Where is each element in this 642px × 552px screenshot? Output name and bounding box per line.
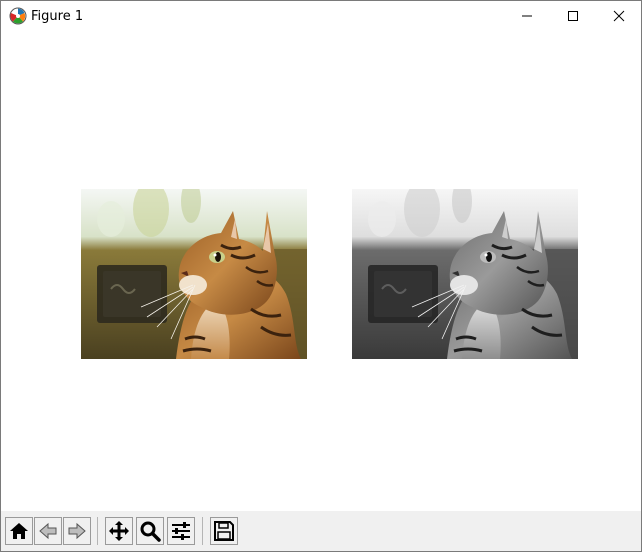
magnifier-icon — [140, 521, 161, 542]
arrow-right-icon — [68, 522, 86, 540]
arrow-left-icon — [39, 522, 57, 540]
close-icon — [613, 10, 625, 22]
minimize-button[interactable] — [504, 1, 550, 31]
floppy-disk-icon — [214, 521, 234, 541]
cat-photo-grayscale — [352, 189, 578, 359]
figure-window: Figure 1 — [0, 0, 642, 552]
maximize-button[interactable] — [550, 1, 596, 31]
save-button[interactable] — [210, 517, 238, 545]
maximize-icon — [568, 11, 578, 21]
forward-button[interactable] — [63, 517, 91, 545]
toolbar-separator — [202, 517, 203, 545]
close-button[interactable] — [596, 1, 642, 31]
subplots-button[interactable] — [167, 517, 195, 545]
pan-button[interactable] — [105, 517, 133, 545]
window-title: Figure 1 — [31, 9, 84, 24]
navigation-toolbar — [1, 511, 641, 551]
figure-canvas[interactable] — [1, 31, 641, 511]
matplotlib-icon — [9, 7, 27, 25]
back-button[interactable] — [34, 517, 62, 545]
sliders-icon — [172, 522, 190, 540]
cat-photo-color — [81, 189, 307, 359]
move-icon — [109, 521, 129, 541]
home-button[interactable] — [5, 517, 33, 545]
minimize-icon — [522, 15, 532, 17]
zoom-button[interactable] — [136, 517, 164, 545]
home-icon — [10, 523, 28, 539]
toolbar-separator — [97, 517, 98, 545]
title-bar[interactable]: Figure 1 — [1, 1, 641, 31]
